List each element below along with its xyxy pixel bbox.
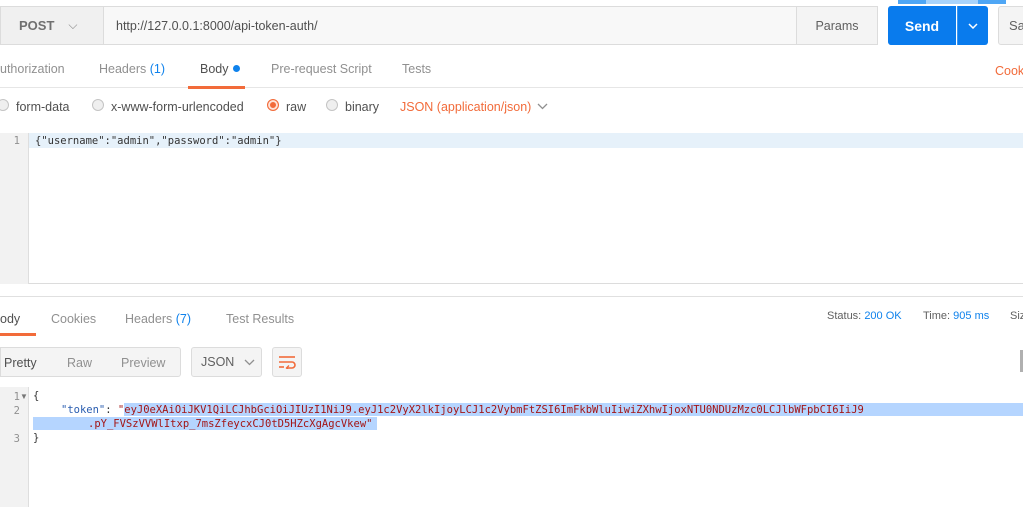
- tab-headers-count: (1): [149, 62, 166, 76]
- save-button[interactable]: Sa: [998, 6, 1023, 45]
- line-number: 2: [13, 405, 20, 417]
- size-label[interactable]: Siz: [1010, 310, 1023, 322]
- tab-body-label: Body: [200, 62, 229, 76]
- status-indicator[interactable]: Status: 200 OK: [827, 310, 902, 322]
- response-tab-test-results[interactable]: Test Results: [226, 312, 294, 326]
- token-value-part1: eyJ0eXAiOiJKV1QiLCJhbGciOiJIUzI1NiJ9.eyJ…: [124, 404, 864, 416]
- radio-raw-label: raw: [286, 100, 307, 114]
- tab-body[interactable]: Body: [200, 62, 240, 76]
- line-number: 1: [13, 391, 20, 403]
- chevron-down-icon: [537, 99, 548, 113]
- wrap-lines-icon: [279, 356, 296, 369]
- response-tab-headers-count: (7): [175, 312, 192, 326]
- tab-headers[interactable]: Headers (1): [99, 62, 165, 76]
- url-input[interactable]: http://127.0.0.1:8000/api-token-auth/: [103, 6, 797, 45]
- response-line-close: }: [33, 432, 40, 444]
- method-select[interactable]: POST ⌵: [0, 6, 103, 45]
- response-active-tab-indicator: [0, 333, 36, 336]
- response-format-label: JSON: [201, 355, 235, 369]
- token-key: "token": [61, 404, 106, 416]
- status-value: 200 OK: [864, 310, 902, 322]
- request-body-editor[interactable]: [0, 133, 1023, 284]
- time-indicator[interactable]: Time: 905 ms: [923, 310, 989, 322]
- status-label: Status:: [827, 310, 862, 322]
- tab-authorization[interactable]: uthorization: [0, 62, 65, 76]
- wrap-lines-button[interactable]: [272, 347, 302, 377]
- send-options-button[interactable]: [957, 6, 988, 45]
- response-line-token-wrap: .pY_FVSzVVWlItxp_7msZfeycxCJ0tD5HZcXgAgc…: [88, 418, 372, 430]
- chevron-down-icon: ⌵: [68, 18, 78, 32]
- params-button[interactable]: Params: [797, 6, 878, 45]
- response-tab-body[interactable]: ody: [0, 312, 20, 326]
- line-number: 3: [13, 433, 20, 445]
- chevron-down-icon: [968, 22, 978, 29]
- response-tab-headers-label: Headers: [125, 312, 173, 326]
- cookies-link[interactable]: Cooki: [995, 64, 1023, 78]
- response-line-token: "token": "eyJ0eXAiOiJKV1QiLCJhbGciOiJIUz…: [61, 404, 864, 416]
- tab-headers-label: Headers: [99, 62, 147, 76]
- response-line-open: {: [33, 390, 40, 402]
- url-text: http://127.0.0.1:8000/api-token-auth/: [116, 18, 318, 33]
- content-type-select[interactable]: JSON (application/json): [400, 100, 531, 114]
- view-raw[interactable]: Raw: [67, 356, 92, 370]
- token-colon: :: [105, 404, 118, 416]
- tab-prerequest-script[interactable]: Pre-request Script: [271, 62, 372, 76]
- line-number: 1: [13, 135, 20, 147]
- modified-dot-icon: [232, 65, 240, 72]
- time-label: Time:: [923, 310, 951, 322]
- response-tab-headers[interactable]: Headers (7): [125, 312, 191, 326]
- request-body-text: {"username":"admin","password":"admin"}: [35, 135, 282, 147]
- radio-raw[interactable]: [267, 99, 279, 111]
- line-gutter: [0, 133, 29, 284]
- view-pretty[interactable]: Pretty: [4, 356, 37, 370]
- radio-form-data[interactable]: [0, 99, 9, 111]
- radio-urlencoded[interactable]: [92, 99, 104, 111]
- send-button[interactable]: Send: [888, 6, 956, 45]
- radio-form-data-label: form-data: [16, 100, 70, 114]
- tab-tests[interactable]: Tests: [402, 62, 431, 76]
- view-preview[interactable]: Preview: [121, 356, 165, 370]
- method-label: POST: [19, 18, 55, 33]
- response-format-select[interactable]: JSON: [191, 347, 262, 377]
- active-tab-indicator: [188, 86, 245, 89]
- token-value-part2: .pY_FVSzVVWlItxp_7msZfeycxCJ0tD5HZcXgAgc…: [88, 418, 367, 430]
- response-tab-cookies[interactable]: Cookies: [51, 312, 96, 326]
- time-value: 905 ms: [953, 310, 990, 322]
- radio-urlencoded-label: x-www-form-urlencoded: [111, 100, 244, 114]
- fold-arrow-icon[interactable]: ▼: [20, 392, 28, 401]
- chevron-down-icon: [244, 355, 255, 369]
- radio-binary-label: binary: [345, 100, 380, 114]
- tooltip-bar-highlight: [926, 0, 978, 4]
- radio-binary[interactable]: [326, 99, 338, 111]
- token-quote-close: ": [366, 418, 373, 430]
